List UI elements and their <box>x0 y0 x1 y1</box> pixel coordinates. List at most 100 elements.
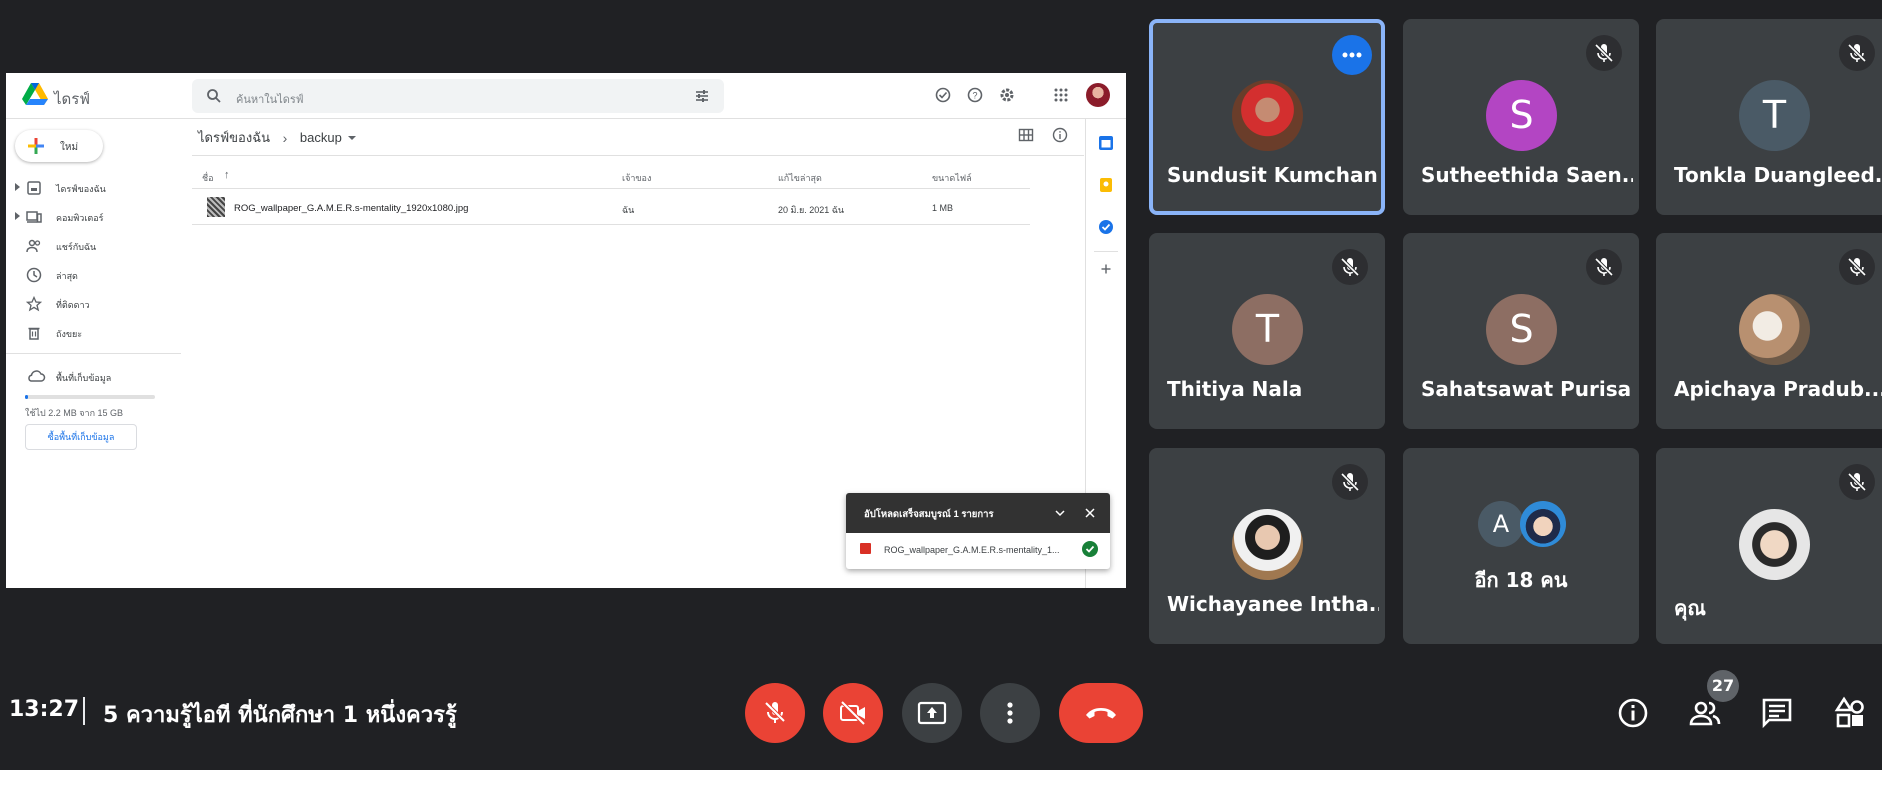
participant-tile[interactable]: Sundusit Kumchan <box>1149 19 1385 215</box>
camera-off-icon <box>840 700 866 726</box>
settings-gear-icon[interactable] <box>998 86 1016 104</box>
shared-screen-drive: ไดรฟ์ ค้นหาในไดรฟ์ ? ใหม่ ไดรฟ์ของฉัน คอ… <box>6 73 1126 588</box>
participant-avatar: T <box>1232 294 1303 365</box>
toggle-mic-button[interactable] <box>745 683 805 743</box>
more-vert-icon <box>1007 702 1013 724</box>
storage-progress-fill <box>25 395 28 399</box>
sidebar-item-recent[interactable]: ล่าสุด <box>6 260 181 289</box>
more-options-button[interactable] <box>1332 35 1372 75</box>
dropdown-caret-icon[interactable] <box>347 135 356 140</box>
new-button[interactable]: ใหม่ <box>15 130 103 162</box>
file-modified: 20 มิ.ย. 2021 ฉัน <box>778 205 845 215</box>
drive-search-bar[interactable]: ค้นหาในไดรฟ์ <box>192 79 724 113</box>
muted-mic-icon <box>1839 35 1875 71</box>
column-header-name[interactable]: ชื่อ <box>202 171 214 185</box>
apps-grid-icon[interactable] <box>1052 86 1070 104</box>
meet-window: ไดรฟ์ ค้นหาในไดรฟ์ ? ใหม่ ไดรฟ์ของฉัน คอ… <box>0 0 1882 770</box>
sidebar-divider <box>6 353 181 354</box>
calendar-icon[interactable] <box>1098 135 1114 151</box>
help-icon[interactable]: ? <box>966 86 984 104</box>
participant-name: Thitiya Nala <box>1167 377 1303 401</box>
offline-status-icon[interactable] <box>934 86 952 104</box>
participant-photo <box>1520 501 1566 547</box>
muted-mic-icon <box>1586 249 1622 285</box>
file-size: 1 MB <box>932 203 954 213</box>
activities-icon[interactable] <box>1832 695 1868 731</box>
participant-count-badge: 27 <box>1707 670 1739 702</box>
expand-arrow-icon[interactable] <box>15 183 20 191</box>
sidebar-item-computers[interactable]: คอมพิวเตอร์ <box>6 202 181 231</box>
participant-tile[interactable]: Wichayanee Intha... <box>1149 448 1385 644</box>
new-button-label: ใหม่ <box>60 142 79 153</box>
sidebar-item-label: ล่าสุด <box>56 271 78 281</box>
search-options-icon[interactable] <box>694 88 710 104</box>
chevron-right-icon: › <box>282 129 288 146</box>
keep-icon[interactable] <box>1098 177 1114 193</box>
more-horiz-icon <box>1342 52 1362 58</box>
present-screen-button[interactable] <box>902 683 962 743</box>
buy-storage-button[interactable]: ซื้อพื้นที่เก็บข้อมูล <box>25 424 137 450</box>
participant-name: Sutheethida Saen... <box>1421 163 1633 187</box>
participant-tile[interactable]: S Sahatsawat Purisa <box>1403 233 1639 429</box>
self-tile[interactable]: คุณ <box>1656 448 1882 644</box>
file-table: ชื่อ ↑ เจ้าของ แก้ไขล่าสุด ขนาดไฟล์ ROG_… <box>192 167 1030 225</box>
search-placeholder: ค้นหาในไดรฟ์ <box>236 94 304 106</box>
more-options-button[interactable] <box>980 683 1040 743</box>
meeting-title: 5 ความรู้ไอที ที่นักศึกษา 1 หนึ่งควรรู้ <box>103 703 457 728</box>
drive-account-avatar[interactable] <box>1086 83 1110 107</box>
participant-photo <box>1232 509 1303 580</box>
chat-icon[interactable] <box>1759 695 1795 731</box>
trash-icon <box>28 327 40 340</box>
more-participants-label: อีก 18 คน <box>1474 568 1568 592</box>
more-participants-tile[interactable]: A อีก 18 คน <box>1403 448 1639 644</box>
muted-mic-icon <box>1839 249 1875 285</box>
breadcrumb-backup[interactable]: backup <box>300 130 342 145</box>
participant-tile[interactable]: T Tonkla Duangleed... <box>1656 19 1882 215</box>
drive-sidebar: ไดรฟ์ของฉัน คอมพิวเตอร์ แชร์กับฉัน ล่าสุ… <box>6 173 181 347</box>
expand-arrow-icon[interactable] <box>15 212 20 220</box>
participant-tile[interactable]: T Thitiya Nala <box>1149 233 1385 429</box>
sidebar-item-starred[interactable]: ที่ติดดาว <box>6 289 181 318</box>
sort-arrow-up-icon[interactable]: ↑ <box>224 169 230 181</box>
participant-tile[interactable]: S Sutheethida Saen... <box>1403 19 1639 215</box>
table-row[interactable]: ROG_wallpaper_G.A.M.E.R.s-mentality_1920… <box>192 189 1030 225</box>
toggle-camera-button[interactable] <box>823 683 883 743</box>
meeting-details-icon[interactable] <box>1615 695 1651 731</box>
meeting-time: 13:27 <box>9 697 80 722</box>
drive-top-bar: ไดรฟ์ ค้นหาในไดรฟ์ ? <box>6 73 1126 119</box>
toast-header: อัปโหลดเสร็จสมบูรณ์ 1 รายการ <box>846 493 1110 533</box>
breadcrumb: ไดรฟ์ของฉัน › backup <box>198 127 356 148</box>
tasks-icon[interactable] <box>1098 219 1114 235</box>
participant-name: Apichaya Pradub... <box>1674 377 1882 401</box>
my-drive-icon <box>27 181 41 195</box>
column-header-size: ขนาดไฟล์ <box>932 173 972 183</box>
toolbar-divider <box>192 155 1084 156</box>
participant-name: คุณ <box>1674 596 1706 620</box>
leave-call-button[interactable] <box>1059 683 1143 743</box>
muted-mic-icon <box>1332 249 1368 285</box>
info-icon[interactable] <box>1052 127 1068 143</box>
participant-tile[interactable]: Apichaya Pradub... <box>1656 233 1882 429</box>
sidebar-item-trash[interactable]: ถังขยะ <box>6 318 181 347</box>
participant-avatar: A <box>1478 501 1524 547</box>
cloud-icon <box>28 370 46 382</box>
participant-avatar: S <box>1486 80 1557 151</box>
participant-name: Sahatsawat Purisa <box>1421 377 1632 401</box>
grid-view-icon[interactable] <box>1018 127 1034 143</box>
sidebar-item-my-drive[interactable]: ไดรฟ์ของฉัน <box>6 173 181 202</box>
collapse-chevron-icon[interactable] <box>1052 505 1068 521</box>
image-thumbnail-icon <box>207 197 225 217</box>
upload-complete-toast: อัปโหลดเสร็จสมบูรณ์ 1 รายการ ROG_wallpap… <box>846 493 1110 569</box>
sidebar-item-shared[interactable]: แชร์กับฉัน <box>6 231 181 260</box>
shared-icon <box>26 239 41 253</box>
column-header-modified[interactable]: แก้ไขล่าสุด <box>778 171 822 185</box>
close-icon[interactable] <box>1082 505 1098 521</box>
participant-name: Wichayanee Intha... <box>1167 592 1379 616</box>
breadcrumb-my-drive[interactable]: ไดรฟ์ของฉัน <box>198 127 270 148</box>
call-end-icon <box>1086 708 1116 719</box>
add-addon-icon[interactable] <box>1098 261 1114 277</box>
participant-photo <box>1232 80 1303 151</box>
sidebar-item-label: ที่ติดดาว <box>56 300 90 310</box>
storage-progress-bar <box>25 395 155 399</box>
recent-icon <box>26 267 42 283</box>
